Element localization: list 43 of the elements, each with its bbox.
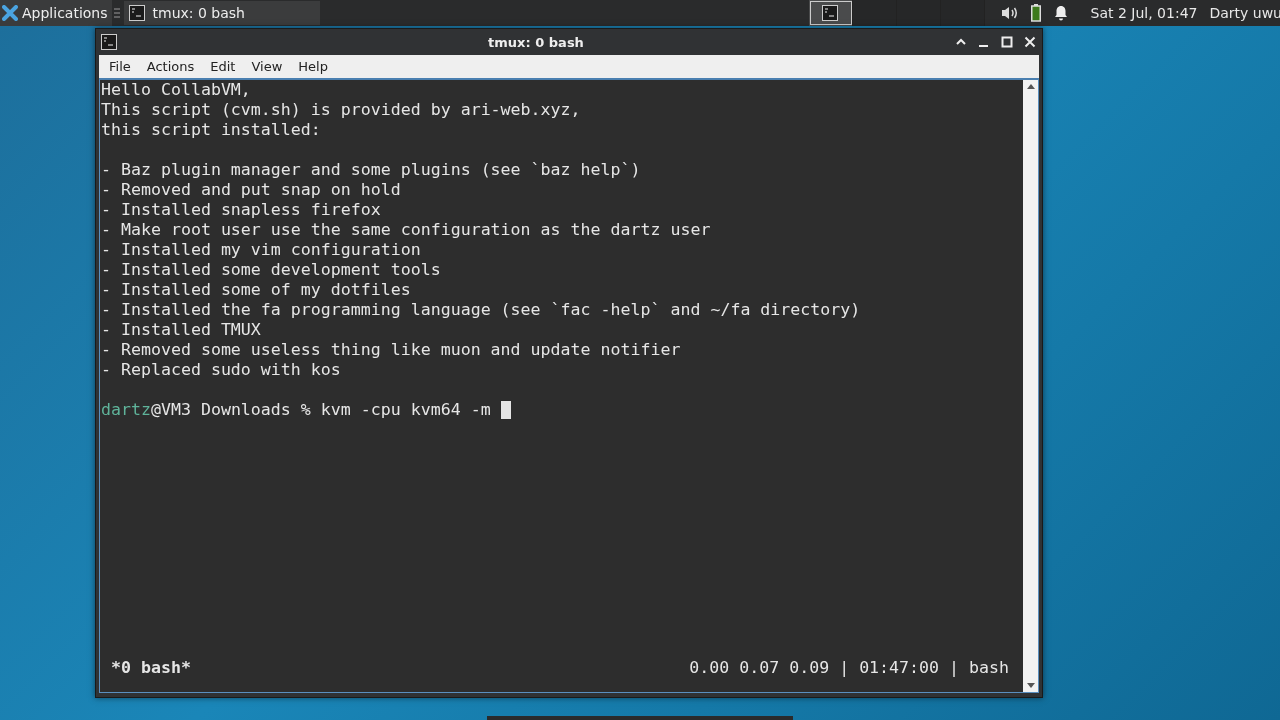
tmux-window-label: *0 bash* [111, 658, 191, 678]
terminal-line: - Installed snapless firefox [101, 200, 382, 220]
close-icon[interactable] [1024, 36, 1036, 48]
text-cursor [500, 401, 511, 419]
menu-item[interactable]: View [243, 59, 291, 74]
prompt-user: dartz [101, 400, 151, 420]
workspace-button[interactable] [808, 0, 853, 26]
menu-item[interactable]: Edit [202, 59, 244, 74]
menu-item[interactable]: File [101, 59, 139, 74]
scrollbar[interactable] [1023, 80, 1038, 692]
bell-icon[interactable] [1052, 5, 1069, 21]
terminal-line: - Installed the fa programming language (see `fac -help` and ~/fa directory) [101, 300, 862, 320]
scroll-up-icon[interactable] [1024, 82, 1037, 90]
maximize-icon[interactable] [1001, 36, 1013, 48]
terminal-icon [101, 34, 117, 50]
command-line: @VM3 Downloads % kvm -cpu kvm64 -m [150, 400, 492, 420]
terminal-icon [128, 5, 145, 21]
scroll-down-icon[interactable] [1024, 682, 1037, 690]
menu-item[interactable]: Actions [138, 59, 203, 74]
terminal-line: Hello CollabVM, [101, 80, 252, 100]
taskbar-button[interactable]: tmux: 0 bash [123, 1, 320, 25]
terminal-line: - Installed some of my dotfiles [101, 280, 412, 300]
terminal-line: This script (cvm.sh) is provided by ari-web.xyz, [101, 100, 582, 120]
menu-item[interactable]: Help [290, 59, 336, 74]
terminal-line: - Removed some useless thing like muon and update notifier [101, 340, 682, 360]
user-name[interactable]: Darty uwu [1209, 5, 1280, 21]
terminal-line: - Installed my vim configuration [101, 240, 422, 260]
terminal-line: - Removed and put snap on hold [101, 180, 402, 200]
terminal-icon [822, 5, 839, 21]
terminal-line: - Make root user use the same configuration as the dartz user [101, 220, 712, 240]
battery-icon[interactable] [1030, 4, 1041, 22]
terminal-line: this script installed: [101, 120, 322, 140]
window-title: tmux: 0 bash [487, 34, 585, 50]
terminal-line: - Baz plugin manager and some plugins (see `baz help`) [101, 160, 642, 180]
tmux-status: 0.00 0.07 0.09 | 01:47:00 | bash [689, 658, 1009, 678]
x-logo-icon [2, 5, 18, 21]
volume-icon[interactable] [1000, 5, 1019, 21]
terminal-line: - Replaced sudo with kos [101, 360, 342, 380]
menu-icon [113, 7, 120, 19]
applications-menu-button[interactable]: Applications [0, 0, 112, 26]
terminal-line: - Installed TMUX [101, 320, 262, 340]
terminal-line: - Installed some development tools [101, 260, 442, 280]
clock[interactable]: Sat 2 Jul, 01:47 [1090, 5, 1198, 21]
